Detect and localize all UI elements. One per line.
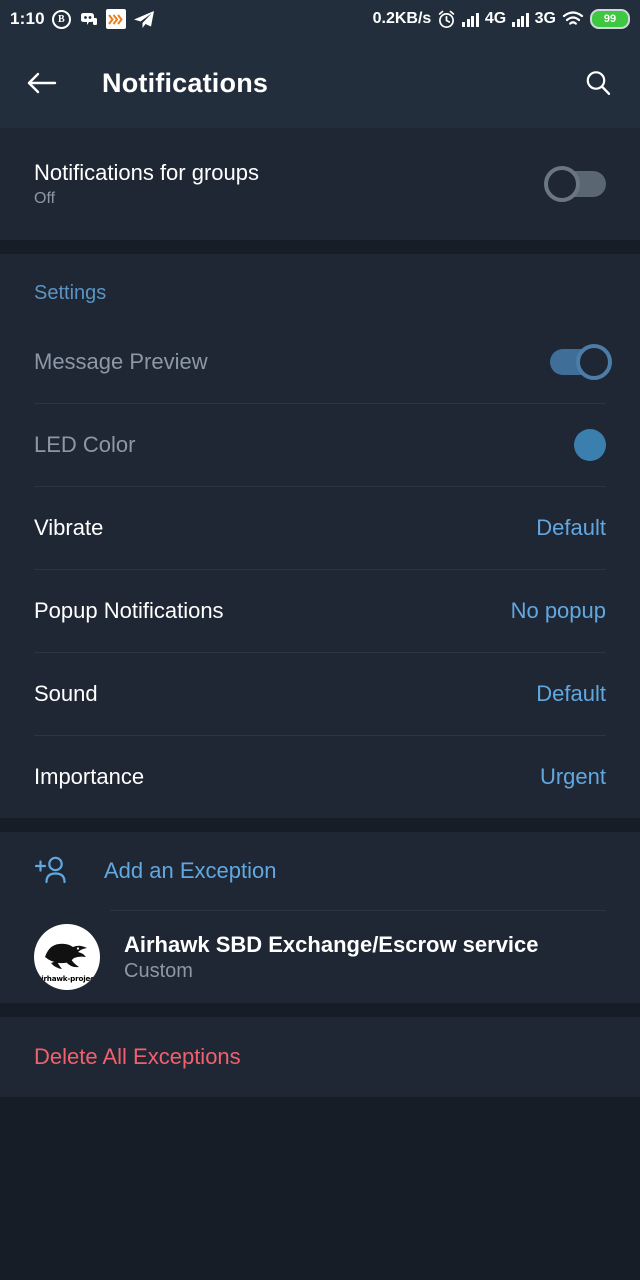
- whatsapp-business-icon: B: [51, 9, 71, 29]
- phone-screen: 1:10 B 0.2KB/s 4G 3G 99 Notifications No…: [0, 0, 640, 1280]
- alarm-icon: [437, 10, 456, 29]
- status-time: 1:10: [10, 9, 45, 28]
- led-color-swatch[interactable]: [574, 429, 606, 461]
- row-sound[interactable]: Sound Default: [0, 653, 640, 735]
- exceptions-section: Add an Exception airhawk-project Airhawk…: [0, 832, 640, 1003]
- row-texts: LED Color: [34, 432, 574, 458]
- row-subtitle: Off: [34, 190, 56, 207]
- settings-header: Settings: [34, 282, 107, 304]
- battery-level: 99: [603, 13, 617, 25]
- row-value: Default: [536, 681, 606, 706]
- row-texts: Notifications for groups Off: [34, 160, 550, 208]
- row-popup-notifications[interactable]: Popup Notifications No popup: [0, 570, 640, 652]
- row-title: Sound: [34, 681, 98, 706]
- toggle-knob: [576, 344, 612, 380]
- delete-all-exceptions-row[interactable]: Delete All Exceptions: [0, 1017, 640, 1097]
- row-message-preview[interactable]: Message Preview: [0, 321, 640, 403]
- telegram-icon: [133, 10, 155, 29]
- add-exception-label: Add an Exception: [104, 858, 277, 883]
- row-value: Urgent: [539, 764, 606, 789]
- row-importance[interactable]: Importance Urgent: [0, 736, 640, 818]
- network-type-2: 3G: [534, 10, 556, 27]
- delete-section: Delete All Exceptions: [0, 1017, 640, 1097]
- back-button[interactable]: [22, 63, 62, 103]
- business-badge-letter: B: [51, 9, 71, 29]
- row-title: LED Color: [34, 432, 136, 457]
- status-bar-left: 1:10 B: [10, 9, 155, 29]
- status-bar: 1:10 B 0.2KB/s 4G 3G 99: [0, 0, 640, 38]
- hawk-logo-icon: [45, 943, 87, 969]
- section-gap-3: [0, 1003, 640, 1017]
- row-vibrate[interactable]: Vibrate Default: [0, 487, 640, 569]
- row-texts: Importance: [34, 764, 540, 790]
- row-led-color[interactable]: LED Color: [0, 404, 640, 486]
- signal-icon-1: [462, 12, 479, 27]
- app-bar: Notifications: [0, 38, 640, 128]
- message-preview-toggle[interactable]: [550, 344, 612, 380]
- signal-icon-2: [512, 12, 529, 27]
- row-notifications-for-groups[interactable]: Notifications for groups Off: [0, 128, 640, 240]
- row-title: Importance: [34, 764, 145, 789]
- discord-icon: [78, 11, 99, 28]
- network-speed: 0.2KB/s: [372, 10, 432, 27]
- network-type-1: 4G: [484, 10, 507, 27]
- wifi-icon: [562, 10, 584, 28]
- battery-icon: 99: [590, 9, 630, 29]
- status-bar-right: 0.2KB/s 4G 3G 99: [373, 9, 630, 29]
- contact-texts: Airhawk SBD Exchange/Escrow service Cust…: [124, 932, 539, 983]
- groups-toggle[interactable]: [544, 166, 606, 202]
- contact-name: Airhawk SBD Exchange/Escrow service: [124, 931, 539, 957]
- avatar: airhawk-project: [34, 924, 100, 990]
- exception-contact-row[interactable]: airhawk-project Airhawk SBD Exchange/Esc…: [0, 911, 640, 1003]
- section-gap-1: [0, 240, 640, 254]
- add-exception-row[interactable]: Add an Exception: [0, 832, 640, 910]
- row-title: Notifications for groups: [34, 160, 259, 185]
- delete-all-exceptions-label: Delete All Exceptions: [34, 1044, 241, 1069]
- add-person-icon: [34, 855, 80, 887]
- section-gap-2: [0, 818, 640, 832]
- toggle-knob: [544, 166, 580, 202]
- search-icon: [586, 71, 611, 95]
- row-title: Popup Notifications: [34, 598, 224, 623]
- search-button[interactable]: [578, 63, 618, 103]
- avatar-logo-text: airhawk-project: [36, 974, 98, 983]
- row-title: Message Preview: [34, 349, 208, 374]
- row-texts: Message Preview: [34, 349, 550, 375]
- row-title: Vibrate: [34, 515, 104, 540]
- chevrons-icon: [105, 9, 126, 29]
- groups-section: Notifications for groups Off: [0, 128, 640, 240]
- row-value: Default: [536, 515, 606, 540]
- page-title: Notifications: [102, 67, 269, 98]
- row-texts: Vibrate: [34, 515, 536, 541]
- row-texts: Sound: [34, 681, 536, 707]
- row-value: No popup: [510, 598, 606, 623]
- settings-section: Settings Message Preview LED Color Vibra…: [0, 254, 640, 818]
- contact-subtitle: Custom: [124, 959, 193, 982]
- row-texts: Popup Notifications: [34, 598, 511, 624]
